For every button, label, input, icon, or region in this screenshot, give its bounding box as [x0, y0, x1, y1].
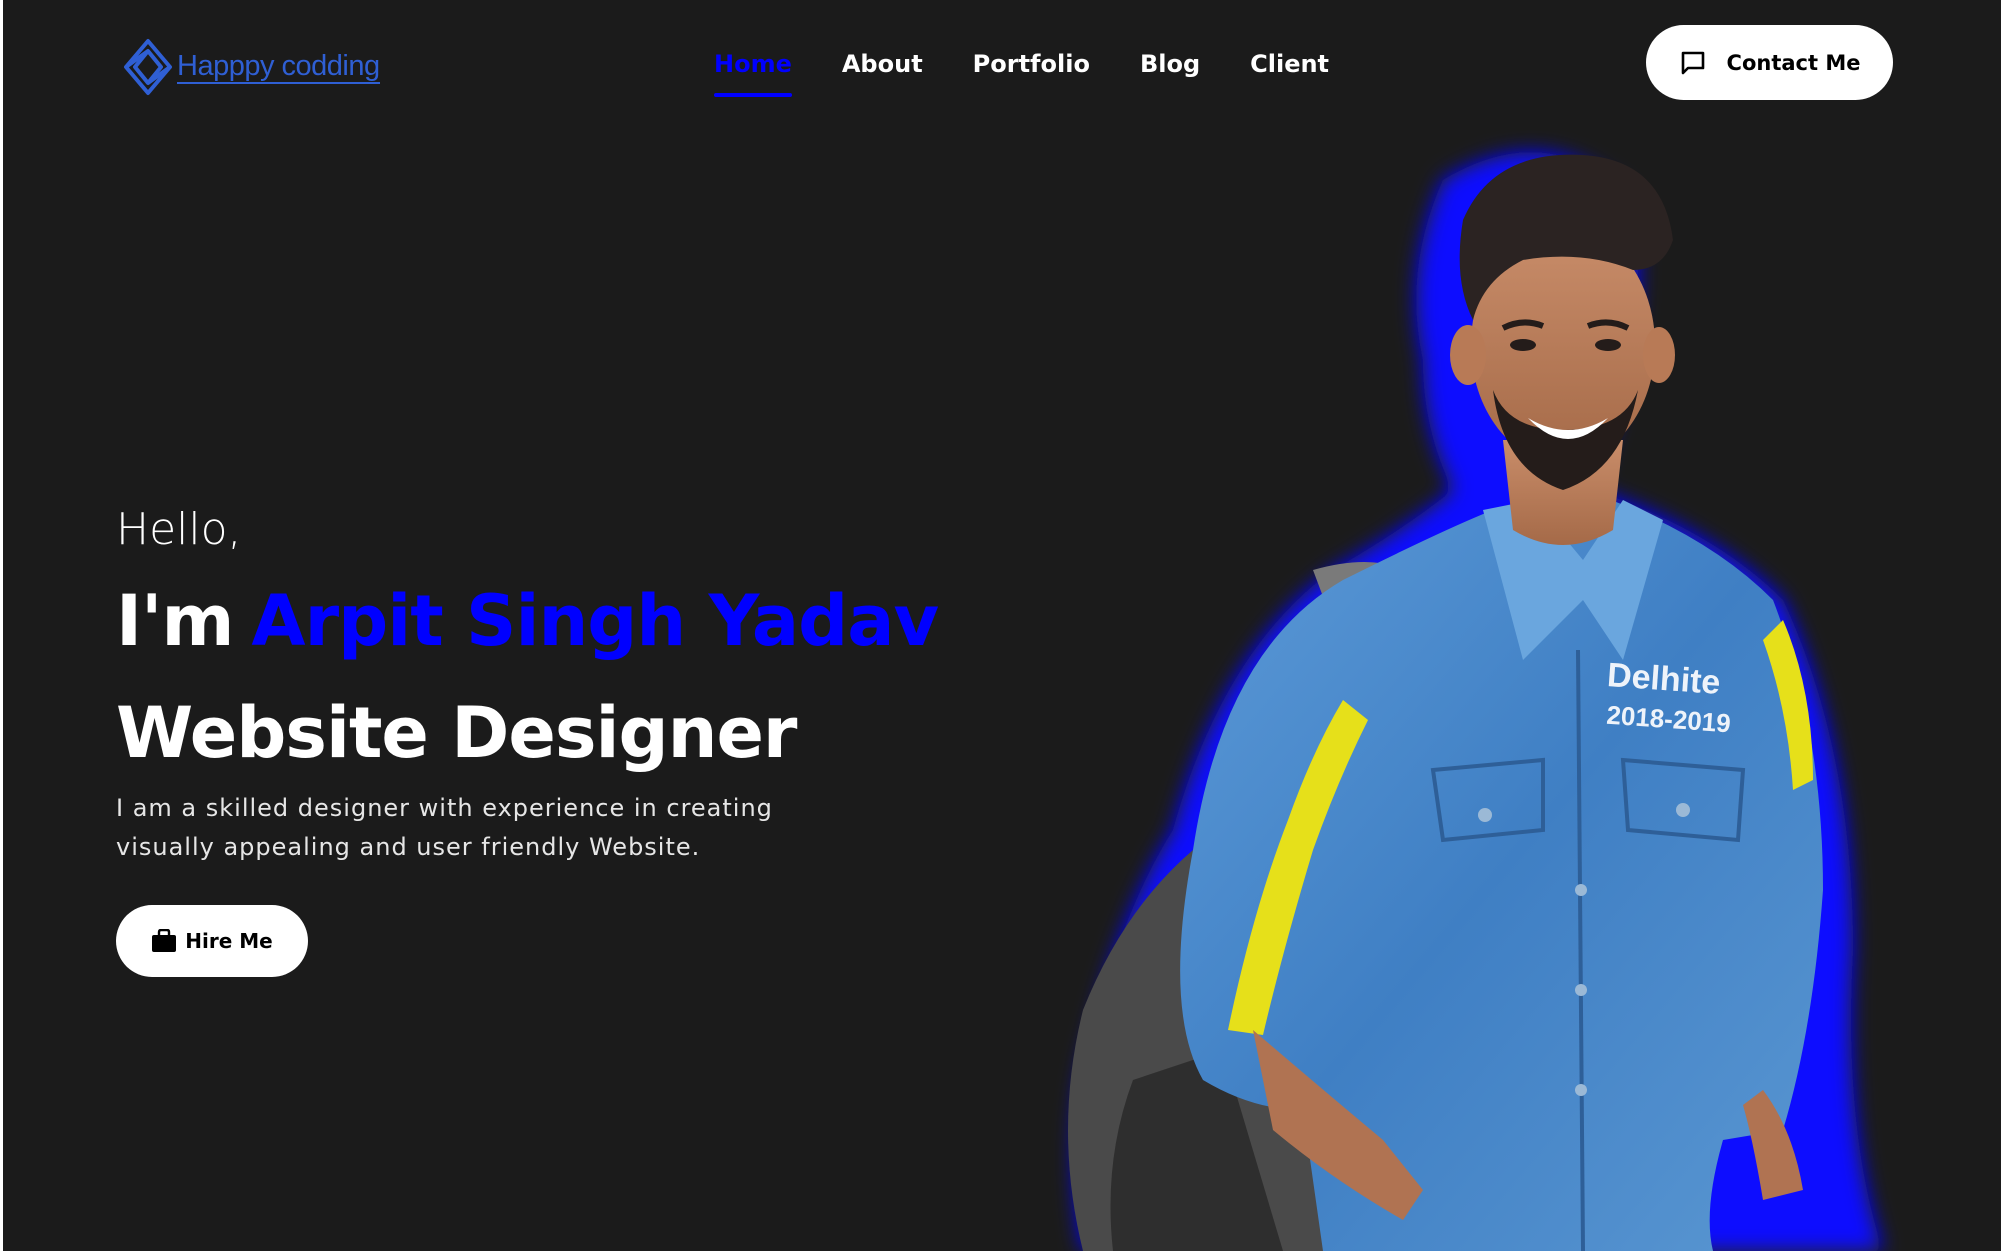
jacket-print-line1: Delhite	[1606, 656, 1722, 702]
hero-intro: I'm	[116, 580, 234, 662]
nav-item-blog[interactable]: Blog	[1140, 44, 1200, 84]
nav-item-client[interactable]: Client	[1250, 44, 1329, 84]
main-nav: Home About Portfolio Blog Client	[714, 44, 1329, 97]
hire-me-button[interactable]: Hire Me	[116, 905, 308, 977]
nav-item-portfolio[interactable]: Portfolio	[973, 44, 1090, 84]
nav-item-about[interactable]: About	[842, 44, 923, 84]
chat-bubble-icon	[1681, 51, 1704, 74]
hero-greeting: Hello,	[116, 504, 242, 555]
contact-me-button[interactable]: Contact Me	[1646, 25, 1893, 100]
profile-portrait: Delhite 2018-2019	[1068, 152, 1883, 1251]
contact-me-label: Contact Me	[1726, 50, 1861, 75]
hire-me-label: Hire Me	[185, 929, 273, 953]
hero-headline: I'm Arpit Singh Yadav	[116, 578, 939, 664]
diamond-logo-icon	[124, 39, 172, 95]
hero-role: Website Designer	[116, 692, 797, 774]
landing-page: Happpy codding Home About Portfolio Blog…	[3, 0, 2001, 1251]
hero-description: I am a skilled designer with experience …	[116, 794, 773, 861]
logo-text: Happpy codding	[177, 49, 380, 84]
briefcase-icon	[152, 929, 177, 952]
hero-name: Arpit Singh Yadav	[251, 580, 939, 662]
brand-logo[interactable]: Happpy codding	[123, 36, 380, 98]
nav-item-home[interactable]: Home	[714, 44, 792, 97]
